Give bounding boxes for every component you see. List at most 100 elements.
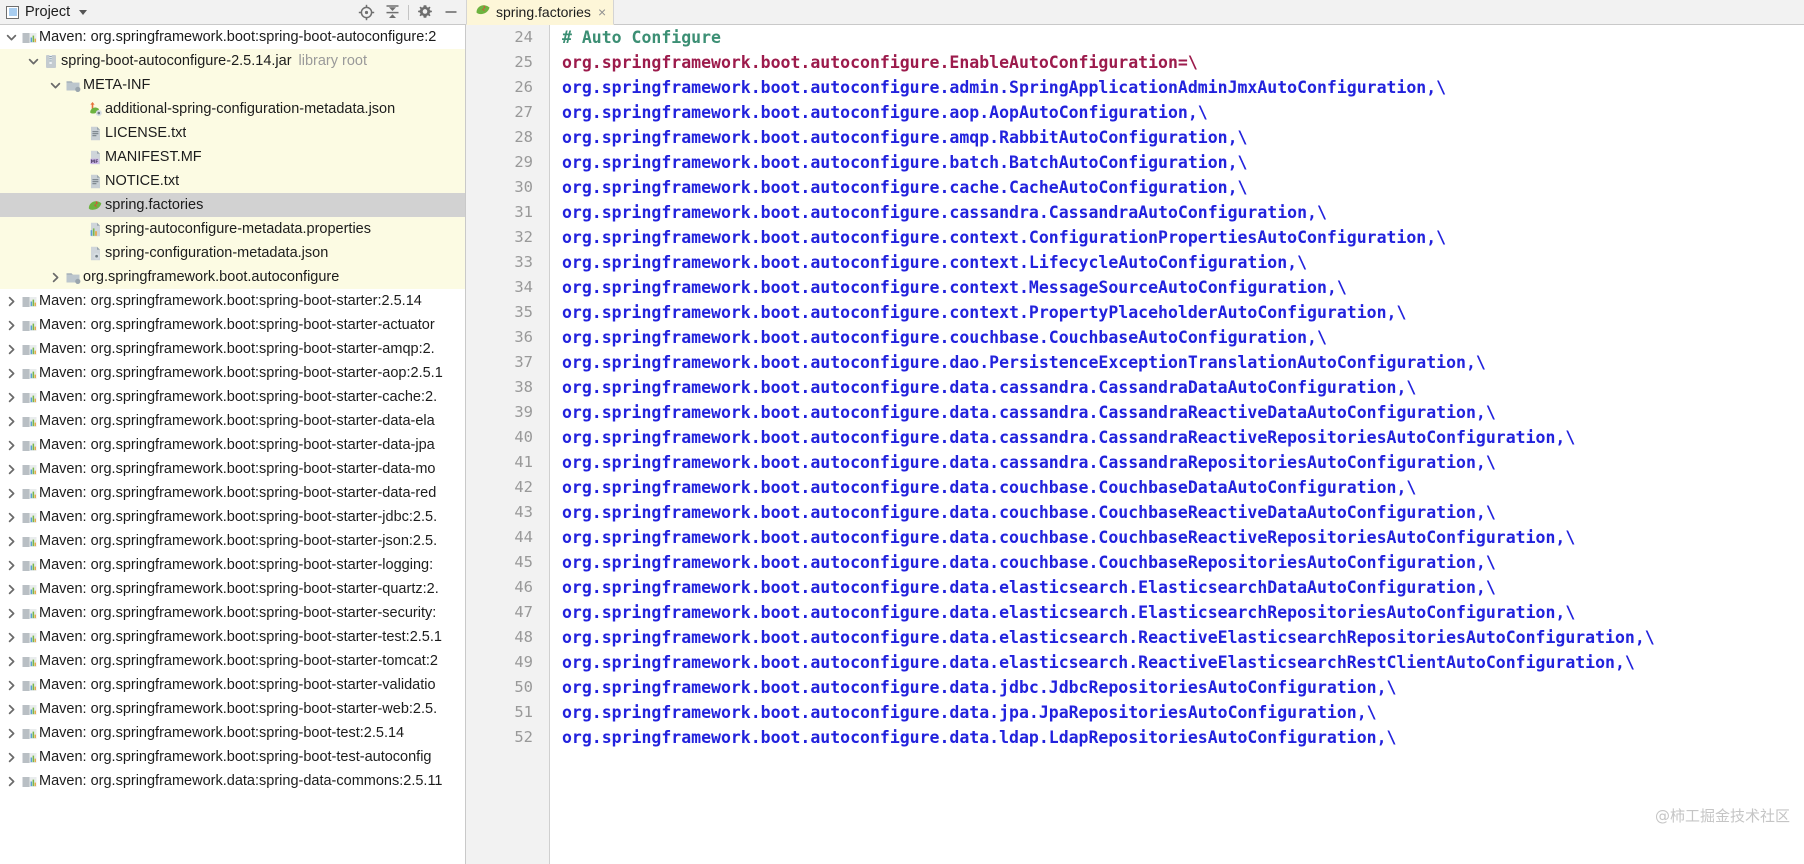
tree-row[interactable]: LICENSE.txt — [0, 121, 465, 145]
code-line[interactable]: org.springframework.boot.autoconfigure.d… — [562, 450, 1804, 475]
locate-icon[interactable] — [353, 0, 379, 24]
code-line[interactable]: org.springframework.boot.autoconfigure.d… — [562, 525, 1804, 550]
editor-tab-spring-factories[interactable]: spring.factories × — [466, 0, 615, 25]
tree-row-selected[interactable]: spring.factories — [0, 193, 465, 217]
code-line[interactable]: org.springframework.boot.autoconfigure.d… — [562, 350, 1804, 375]
tree-row[interactable]: Maven: org.springframework.data:spring-d… — [0, 769, 465, 793]
collapse-all-icon[interactable] — [379, 0, 405, 24]
tree-row[interactable]: Maven: org.springframework.boot:spring-b… — [0, 625, 465, 649]
code-line[interactable]: org.springframework.boot.autoconfigure.d… — [562, 600, 1804, 625]
tree-row[interactable]: Maven: org.springframework.boot:spring-b… — [0, 337, 465, 361]
tree-row[interactable]: Maven: org.springframework.boot:spring-b… — [0, 385, 465, 409]
chevron-right-icon[interactable] — [4, 728, 19, 739]
code-line[interactable]: org.springframework.boot.autoconfigure.d… — [562, 725, 1804, 750]
chevron-right-icon[interactable] — [4, 488, 19, 499]
tree-row[interactable]: org.springframework.boot.autoconfigure — [0, 265, 465, 289]
tree-row[interactable]: Maven: org.springframework.boot:spring-b… — [0, 361, 465, 385]
tree-row[interactable]: Maven: org.springframework.boot:spring-b… — [0, 409, 465, 433]
tree-row[interactable]: Maven: org.springframework.boot:spring-b… — [0, 457, 465, 481]
tree-row[interactable]: Maven: org.springframework.boot:spring-b… — [0, 577, 465, 601]
code-line[interactable]: org.springframework.boot.autoconfigure.c… — [562, 325, 1804, 350]
chevron-right-icon[interactable] — [4, 392, 19, 403]
gear-icon[interactable] — [412, 0, 438, 24]
code-line[interactable]: org.springframework.boot.autoconfigure.a… — [562, 125, 1804, 150]
tree-row[interactable]: Maven: org.springframework.boot:spring-b… — [0, 505, 465, 529]
manifest-icon: MF — [85, 149, 105, 166]
tree-row[interactable]: spring-autoconfigure-metadata.properties — [0, 217, 465, 241]
code-line[interactable]: org.springframework.boot.autoconfigure.b… — [562, 150, 1804, 175]
tree-row[interactable]: spring-boot-autoconfigure-2.5.14.jar libr… — [0, 49, 465, 73]
code-line[interactable]: org.springframework.boot.autoconfigure.c… — [562, 250, 1804, 275]
chevron-down-icon[interactable] — [4, 32, 19, 43]
tree-row[interactable]: NOTICE.txt — [0, 169, 465, 193]
code-line[interactable]: org.springframework.boot.autoconfigure.c… — [562, 200, 1804, 225]
chevron-right-icon[interactable] — [4, 416, 19, 427]
chevron-right-icon[interactable] — [4, 368, 19, 379]
code-line[interactable]: org.springframework.boot.autoconfigure.d… — [562, 500, 1804, 525]
tree-row[interactable]: Maven: org.springframework.boot:spring-b… — [0, 745, 465, 769]
tree-row[interactable]: Maven: org.springframework.boot:spring-b… — [0, 481, 465, 505]
code-line[interactable]: org.springframework.boot.autoconfigure.d… — [562, 375, 1804, 400]
chevron-right-icon[interactable] — [4, 680, 19, 691]
chevron-right-icon[interactable] — [4, 512, 19, 523]
code-line[interactable]: org.springframework.boot.autoconfigure.c… — [562, 175, 1804, 200]
code-content[interactable]: # Auto Configure org.springframework.boot… — [550, 25, 1804, 864]
code-line[interactable]: # Auto Configure — [562, 25, 1804, 50]
code-line[interactable]: org.springframework.boot.autoconfigure.d… — [562, 400, 1804, 425]
close-icon[interactable]: × — [598, 5, 606, 19]
chevron-right-icon[interactable] — [4, 296, 19, 307]
chevron-right-icon[interactable] — [4, 752, 19, 763]
chevron-right-icon[interactable] — [4, 344, 19, 355]
code-line[interactable]: org.springframework.boot.autoconfigure.a… — [562, 100, 1804, 125]
tree-row[interactable]: Maven: org.springframework.boot:spring-b… — [0, 697, 465, 721]
chevron-right-icon[interactable] — [4, 440, 19, 451]
tree-row[interactable]: Maven: org.springframework.boot:spring-b… — [0, 673, 465, 697]
tree-row[interactable]: Maven: org.springframework.boot:spring-b… — [0, 553, 465, 577]
code-line[interactable]: org.springframework.boot.autoconfigure.d… — [562, 575, 1804, 600]
chevron-down-icon[interactable] — [79, 9, 88, 15]
tree-row[interactable]: Maven: org.springframework.boot:spring-b… — [0, 529, 465, 553]
chevron-right-icon[interactable] — [4, 704, 19, 715]
tree-row[interactable]: Maven: org.springframework.boot:spring-b… — [0, 433, 465, 457]
code-line[interactable]: org.springframework.boot.autoconfigure.d… — [562, 625, 1804, 650]
tree-row[interactable]: spring-configuration-metadata.json — [0, 241, 465, 265]
chevron-down-icon[interactable] — [26, 56, 41, 67]
code-line[interactable]: org.springframework.boot.autoconfigure.d… — [562, 650, 1804, 675]
code-line[interactable]: org.springframework.boot.autoconfigure.d… — [562, 425, 1804, 450]
chevron-right-icon[interactable] — [4, 464, 19, 475]
tree-row[interactable]: Maven: org.springframework.boot:spring-b… — [0, 649, 465, 673]
code-line[interactable]: org.springframework.boot.autoconfigure.c… — [562, 225, 1804, 250]
chevron-right-icon[interactable] — [4, 584, 19, 595]
chevron-right-icon[interactable] — [4, 632, 19, 643]
toolbar-separator — [408, 4, 409, 20]
code-line[interactable]: org.springframework.boot.autoconfigure.c… — [562, 275, 1804, 300]
code-line[interactable]: org.springframework.boot.autoconfigure.d… — [562, 475, 1804, 500]
tree-row[interactable]: additional-spring-configuration-metadata… — [0, 97, 465, 121]
code-line[interactable]: org.springframework.boot.autoconfigure.c… — [562, 300, 1804, 325]
tree-row[interactable]: Maven: org.springframework.boot:spring-b… — [0, 721, 465, 745]
chevron-down-icon[interactable] — [48, 80, 63, 91]
code-line[interactable]: org.springframework.boot.autoconfigure.d… — [562, 550, 1804, 575]
code-line[interactable]: org.springframework.boot.autoconfigure.d… — [562, 700, 1804, 725]
chevron-right-icon[interactable] — [4, 560, 19, 571]
code-editor[interactable]: 24 25 26 27 28 29 30 31 32 33 34 35 36 37 38 39 40 41 42 43… — [466, 25, 1804, 864]
tree-row[interactable]: Maven: org.springframework.boot:spring-b… — [0, 25, 465, 49]
tree-row[interactable]: Maven: org.springframework.boot:spring-b… — [0, 289, 465, 313]
project-tree[interactable]: Maven: org.springframework.boot:spring-b… — [0, 25, 466, 864]
project-title-group[interactable]: Project — [6, 4, 88, 20]
code-line[interactable]: org.springframework.boot.autoconfigure.a… — [562, 75, 1804, 100]
chevron-right-icon[interactable] — [48, 272, 63, 283]
chevron-right-icon[interactable] — [4, 320, 19, 331]
tree-row[interactable]: Maven: org.springframework.boot:spring-b… — [0, 313, 465, 337]
tree-row[interactable]: META-INF — [0, 73, 465, 97]
hide-icon[interactable] — [438, 0, 464, 24]
tree-row[interactable]: Maven: org.springframework.boot:spring-b… — [0, 601, 465, 625]
line-number: 25 — [514, 53, 533, 71]
tree-row[interactable]: MF MANIFEST.MF — [0, 145, 465, 169]
chevron-right-icon[interactable] — [4, 536, 19, 547]
chevron-right-icon[interactable] — [4, 608, 19, 619]
chevron-right-icon[interactable] — [4, 656, 19, 667]
code-line[interactable]: org.springframework.boot.autoconfigure.d… — [562, 675, 1804, 700]
code-line[interactable]: org.springframework.boot.autoconfigure.E… — [562, 50, 1804, 75]
chevron-right-icon[interactable] — [4, 776, 19, 787]
